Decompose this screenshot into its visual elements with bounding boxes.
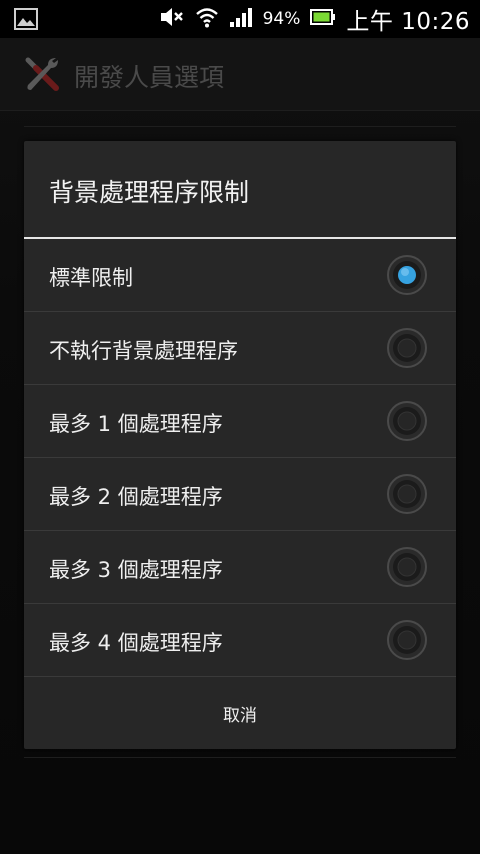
radio-unselected-icon[interactable] [387, 620, 427, 660]
process-limit-dialog: 背景處理程序限制 標準限制 不執行背景處理程序 最多 1 個處理程序 最多 2 … [24, 141, 456, 749]
option-no-background-processes[interactable]: 不執行背景處理程序 [24, 312, 456, 385]
cancel-button[interactable]: 取消 [24, 678, 456, 749]
option-max-2-processes[interactable]: 最多 2 個處理程序 [24, 458, 456, 531]
status-bar: 94% 上午 10:26 [0, 0, 480, 38]
page-title: 開發人員選項 [74, 63, 225, 92]
option-max-3-processes[interactable]: 最多 3 個處理程序 [24, 531, 456, 604]
radio-unselected-icon[interactable] [387, 328, 427, 368]
background-divider [24, 126, 456, 127]
battery-percent: 94% [262, 9, 301, 29]
option-label: 標準限制 [49, 266, 133, 290]
radio-unselected-icon[interactable] [387, 401, 427, 441]
background-divider [24, 757, 456, 758]
radio-unselected-icon[interactable] [387, 547, 427, 587]
battery-icon [310, 8, 336, 30]
option-standard-limit[interactable]: 標準限制 [24, 239, 456, 312]
gallery-notification-icon [14, 8, 38, 34]
mute-icon [159, 6, 185, 32]
option-label: 不執行背景處理程序 [49, 339, 238, 363]
screen: 94% 上午 10:26 開發人員選項 背景處理程序限制 標準限制 不執行背景處… [0, 0, 480, 854]
status-clock: 上午 10:26 [346, 9, 470, 35]
option-label: 最多 3 個處理程序 [49, 558, 223, 582]
radio-unselected-icon[interactable] [387, 474, 427, 514]
tools-icon [22, 54, 62, 98]
options-list: 標準限制 不執行背景處理程序 最多 1 個處理程序 最多 2 個處理程序 最多 … [24, 239, 456, 677]
option-label: 最多 2 個處理程序 [49, 485, 223, 509]
dialog-title: 背景處理程序限制 [49, 178, 250, 207]
option-label: 最多 1 個處理程序 [49, 412, 223, 436]
radio-selected-icon[interactable] [387, 255, 427, 295]
option-label: 最多 4 個處理程序 [49, 631, 223, 655]
action-bar: 開發人員選項 [0, 38, 480, 111]
option-max-4-processes[interactable]: 最多 4 個處理程序 [24, 604, 456, 677]
wifi-icon [195, 6, 219, 32]
signal-icon [229, 6, 253, 32]
option-max-1-process[interactable]: 最多 1 個處理程序 [24, 385, 456, 458]
